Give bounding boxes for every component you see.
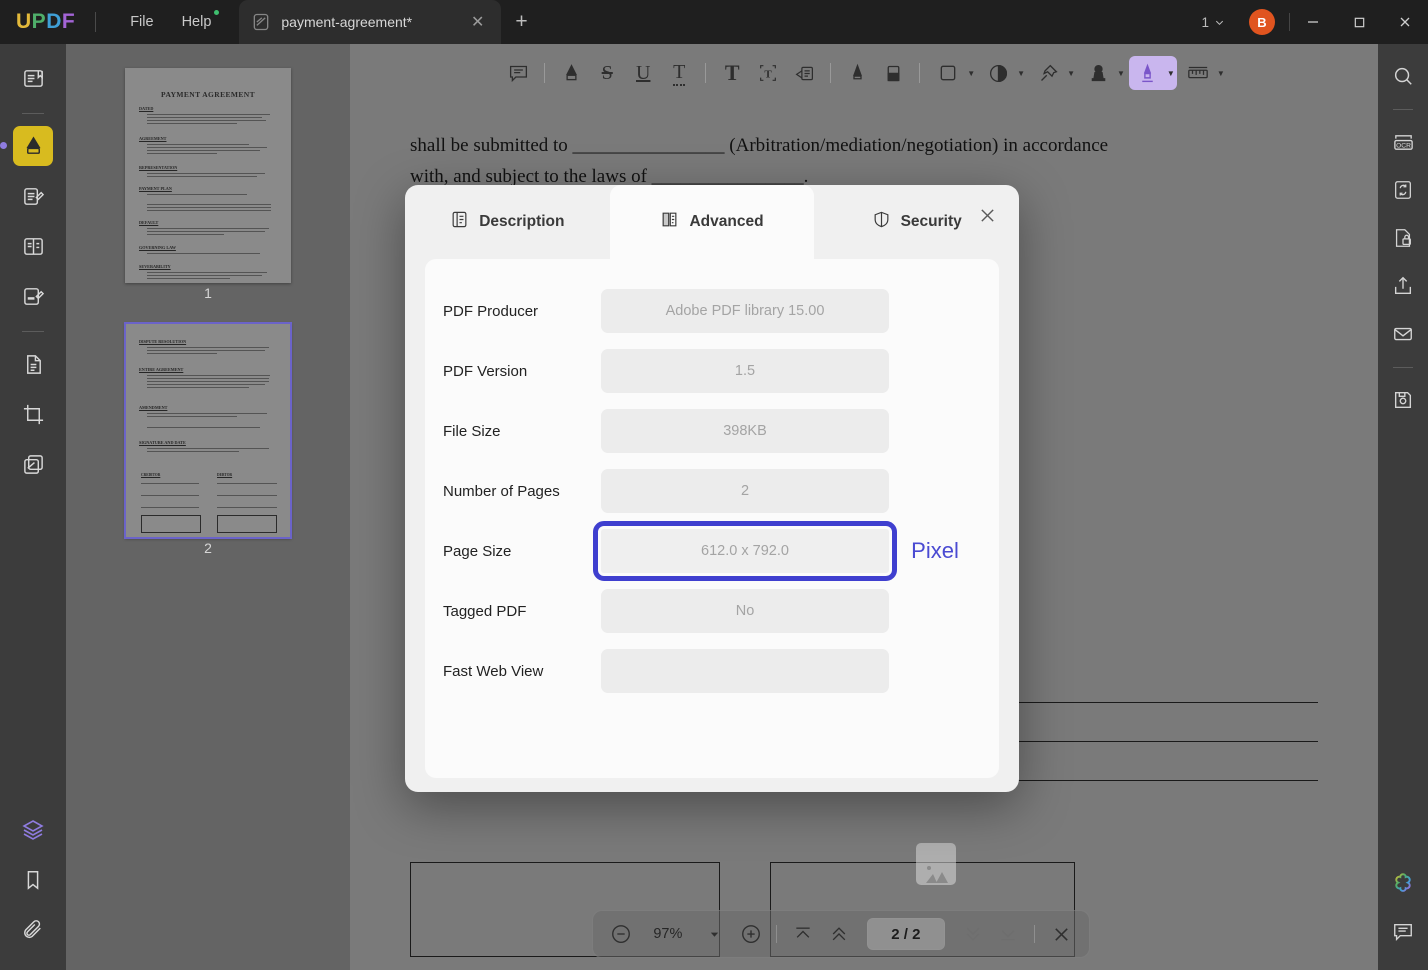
right-sidebar: OCR: [1378, 44, 1428, 970]
field-label: Fast Web View: [443, 663, 601, 680]
field-label: PDF Producer: [443, 303, 601, 320]
zoom-out-icon[interactable]: [605, 917, 637, 951]
right-sidebar-divider-2: [1393, 367, 1413, 368]
right-sidebar-bottom-group: [1385, 866, 1421, 970]
zoom-dropdown-chevron-down-icon[interactable]: [699, 917, 731, 951]
search-icon[interactable]: [1385, 58, 1421, 94]
first-page-icon[interactable]: [787, 917, 819, 951]
field-unit-pixel[interactable]: Pixel: [889, 538, 981, 564]
field-value-number-of-pages[interactable]: 2: [601, 469, 889, 513]
tab-description[interactable]: Description: [405, 185, 610, 259]
ocr-icon[interactable]: OCR: [1385, 124, 1421, 160]
prev-page-icon[interactable]: [823, 917, 855, 951]
zoom-in-icon[interactable]: [735, 917, 767, 951]
advanced-properties-panel: PDF Producer Adobe PDF library 15.00 PDF…: [425, 259, 999, 778]
field-label: PDF Version: [443, 363, 601, 380]
field-row-number-of-pages: Number of Pages 2: [443, 461, 981, 521]
field-value-pdf-producer[interactable]: Adobe PDF library 15.00: [601, 289, 889, 333]
page-navigation-bar: 97% 2 / 2: [592, 910, 1090, 958]
field-label: Page Size: [443, 543, 601, 560]
field-value-page-size[interactable]: 612.0 x 792.0: [601, 529, 889, 573]
comment-icon[interactable]: [1385, 914, 1421, 950]
protect-lock-icon[interactable]: [1385, 220, 1421, 256]
next-page-icon[interactable]: [957, 917, 989, 951]
convert-file-icon[interactable]: [1385, 172, 1421, 208]
bottombar-divider-2: [1034, 925, 1035, 943]
document-list-icon: [450, 210, 469, 234]
field-row-file-size: File Size 398KB: [443, 401, 981, 461]
email-icon[interactable]: [1385, 316, 1421, 352]
tab-description-label: Description: [479, 213, 564, 231]
right-sidebar-divider-1: [1393, 109, 1413, 110]
bottombar-divider-1: [776, 925, 777, 943]
tab-security-label: Security: [901, 213, 962, 231]
field-row-fast-web-view: Fast Web View: [443, 641, 981, 701]
field-value-file-size[interactable]: 398KB: [601, 409, 889, 453]
field-row-pdf-producer: PDF Producer Adobe PDF library 15.00: [443, 281, 981, 341]
field-label: File Size: [443, 423, 601, 440]
dialog-tabs: Description Advanced Security: [405, 185, 1019, 259]
field-row-page-size: Page Size 612.0 x 792.0 Pixel: [443, 521, 981, 581]
share-export-icon[interactable]: [1385, 268, 1421, 304]
page-number-field[interactable]: 2 / 2: [867, 918, 945, 950]
ai-assistant-icon[interactable]: [1385, 866, 1421, 902]
tab-advanced-label: Advanced: [689, 213, 763, 231]
last-page-icon[interactable]: [993, 917, 1025, 951]
document-properties-dialog: Description Advanced Security: [405, 185, 1019, 792]
save-disk-icon[interactable]: [1385, 382, 1421, 418]
shield-icon: [872, 210, 891, 234]
close-navigation-icon[interactable]: [1045, 917, 1077, 951]
field-row-pdf-version: PDF Version 1.5: [443, 341, 981, 401]
field-value-fast-web-view[interactable]: [601, 649, 889, 693]
field-label: Number of Pages: [443, 483, 601, 500]
field-value-pdf-version[interactable]: 1.5: [601, 349, 889, 393]
book-open-icon: [660, 210, 679, 234]
svg-text:OCR: OCR: [1396, 142, 1411, 149]
zoom-level-label[interactable]: 97%: [641, 926, 695, 942]
tab-advanced[interactable]: Advanced: [610, 185, 815, 259]
field-value-tagged-pdf[interactable]: No: [601, 589, 889, 633]
updf-window: U P D F File Help payment-agreement* ✕ +…: [0, 0, 1428, 970]
dialog-close-button[interactable]: [973, 201, 1001, 229]
field-label: Tagged PDF: [443, 603, 601, 620]
field-row-tagged-pdf: Tagged PDF No: [443, 581, 981, 641]
